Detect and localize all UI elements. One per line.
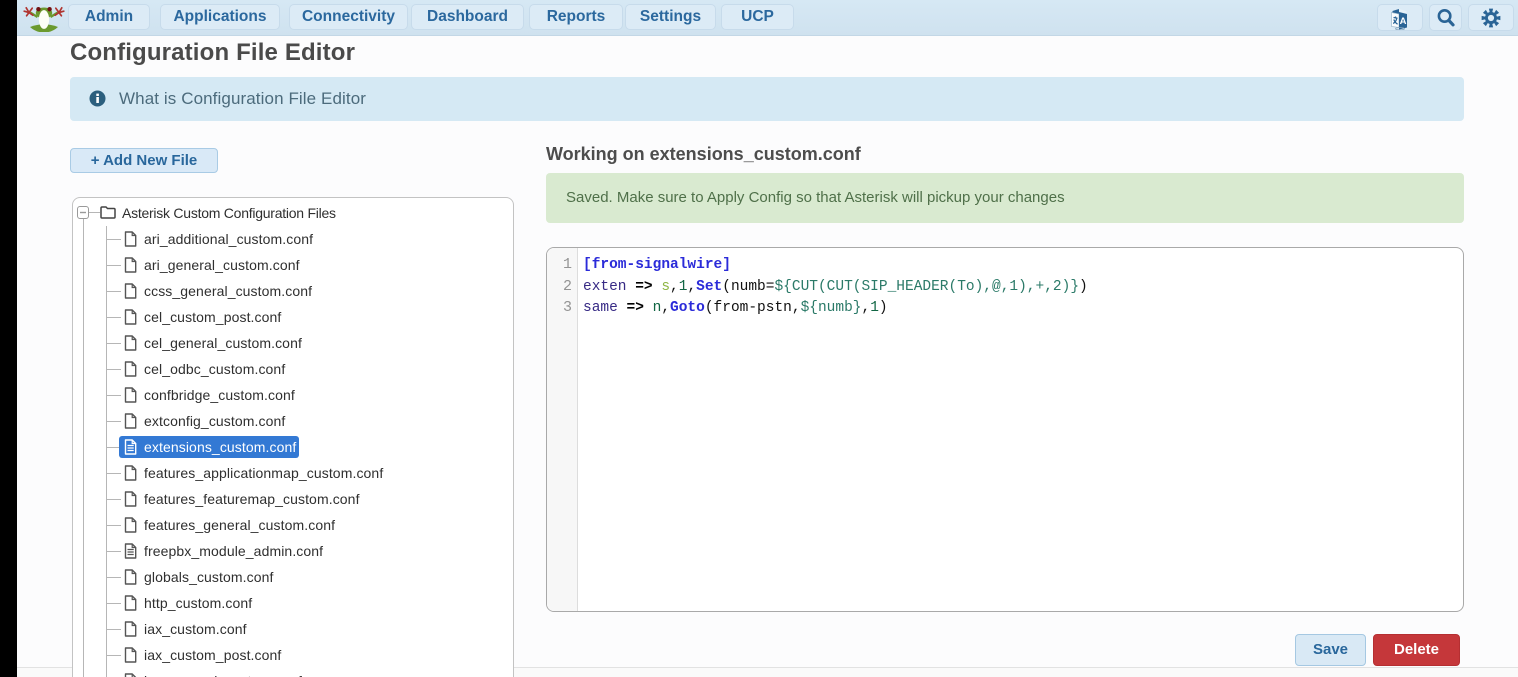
svg-text:A: A: [1400, 16, 1407, 27]
